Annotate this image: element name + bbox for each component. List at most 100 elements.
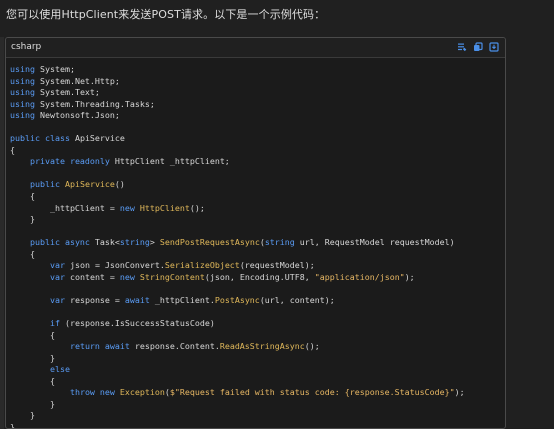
code-line: { <box>10 249 501 261</box>
code-token: "application/json" <box>314 271 405 282</box>
code-token: public <box>29 179 60 190</box>
code-token: { <box>10 375 55 386</box>
code-line: public ApiService() <box>10 179 501 191</box>
code-token: (url, content); <box>259 294 335 305</box>
code-token: using <box>10 87 35 98</box>
code-line: using System; <box>10 64 501 76</box>
code-token: SendPostRequestAsync <box>159 237 260 248</box>
code-line: using System.Net.Http; <box>10 76 501 88</box>
code-token: content = <box>64 271 120 282</box>
code-header: csharp <box>6 38 505 58</box>
code-line: } <box>10 399 501 411</box>
download-icon[interactable] <box>489 42 499 52</box>
code-token: var <box>49 271 65 282</box>
code-token: response.Content. <box>129 341 220 352</box>
code-token: (); <box>304 341 320 352</box>
code-token: var <box>49 260 65 271</box>
code-token: json = JsonConvert. <box>64 260 165 271</box>
code-token: { <box>10 248 35 259</box>
code-line: { <box>10 376 501 388</box>
intro-text: 您可以使用HttpClient来发送POST请求。以下是一个示例代码： <box>6 8 326 21</box>
code-line: using System.Text; <box>10 87 501 99</box>
code-token: var <box>49 294 65 305</box>
code-token: () <box>114 179 125 190</box>
code-token: string <box>119 237 150 248</box>
code-line: var json = JsonConvert.SerializeObject(r… <box>10 260 501 272</box>
code-token: using <box>10 98 35 109</box>
code-token: ApiService <box>64 179 115 190</box>
code-line: _httpClient = new HttpClient(); <box>10 203 501 215</box>
code-token: System.Net.Http; <box>34 75 120 86</box>
code-token: Newtonsoft.Json; <box>34 110 120 121</box>
code-line: var content = new StringContent(json, En… <box>10 272 501 284</box>
code-line: } <box>10 410 501 422</box>
code-line: throw new Exception($"Request failed wit… <box>10 387 501 399</box>
code-token: url, RequestModel requestModel) <box>294 237 455 248</box>
code-line: public async Task<string> SendPostReques… <box>10 237 501 249</box>
code-token: { <box>10 329 55 340</box>
code-token: new <box>119 202 135 213</box>
code-token: new <box>119 271 135 282</box>
code-token: using <box>10 64 35 74</box>
code-token: HttpClient _httpClient; <box>109 156 230 167</box>
code-token: { <box>10 191 35 202</box>
code-content: using System; using System.Net.Http; using… <box>6 58 505 428</box>
code-token: System.Text; <box>34 87 100 98</box>
code-token: response = <box>64 294 125 305</box>
code-token: SerializeObject <box>164 260 240 271</box>
code-token: await <box>124 294 150 305</box>
code-token: > <box>149 237 160 248</box>
code-language-label: csharp <box>11 42 42 52</box>
code-token: System.Threading.Tasks; <box>34 98 155 109</box>
code-token: { <box>10 144 15 155</box>
code-token: if <box>49 318 60 329</box>
edit-icon[interactable] <box>457 42 467 52</box>
code-token: public async <box>29 237 90 248</box>
code-token: ReadAsStringAsync <box>219 341 305 352</box>
copy-icon[interactable] <box>473 42 483 52</box>
code-line: using Newtonsoft.Json; <box>10 110 501 122</box>
code-line: var response = await _httpClient.PostAsy… <box>10 295 501 307</box>
code-token: } <box>10 214 35 225</box>
code-token: (); <box>189 202 205 213</box>
code-line: private readonly HttpClient _httpClient; <box>10 156 501 168</box>
code-token: } <box>10 410 35 421</box>
code-token: using <box>10 110 35 121</box>
code-token: PostAsync <box>214 294 260 305</box>
code-token: (json, Encoding.UTF8, <box>204 271 315 282</box>
code-token: return await <box>69 341 130 352</box>
code-token: public class <box>10 133 70 144</box>
code-token: } <box>10 398 55 409</box>
code-token: ); <box>454 387 465 398</box>
code-line: else <box>10 364 501 376</box>
code-line: { <box>10 191 501 203</box>
code-token: (response.IsSuccessStatusCode) <box>59 318 215 329</box>
code-token: Task< <box>89 237 120 248</box>
code-line: { <box>10 145 501 157</box>
left-gutter <box>0 37 4 429</box>
code-line: return await response.Content.ReadAsStri… <box>10 341 501 353</box>
code-token: string <box>264 237 295 248</box>
code-token: Exception <box>119 387 165 398</box>
code-block: csharp using System; using System.Net.Ht… <box>5 37 506 429</box>
code-line: { <box>10 330 501 342</box>
code-token: ); <box>404 271 415 282</box>
code-token: } <box>10 352 55 363</box>
code-token: HttpClient <box>139 202 190 213</box>
code-token: StringContent <box>139 271 205 282</box>
code-token: using <box>10 75 35 86</box>
